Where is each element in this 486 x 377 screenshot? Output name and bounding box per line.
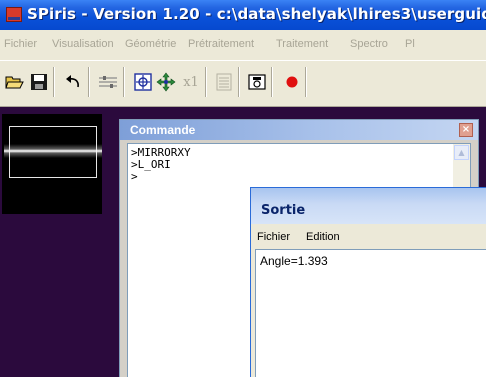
sortie-window[interactable]: Sortie Fichier Edition Angle=1.393 [250,187,486,377]
commande-title: Commande [130,123,196,137]
toolbar-separator [271,67,273,97]
zoom-x1-label: x1 [183,74,199,90]
image-window[interactable] [2,114,102,214]
title-bar[interactable]: SPiris - Version 1.20 - c:\data\shelyak\… [0,0,486,30]
sortie-menu-bar: Fichier Edition [251,224,486,248]
command-prompt: > [131,170,138,183]
toolbar-separator [88,67,90,97]
output-textarea[interactable]: Angle=1.393 [255,249,486,377]
open-folder-icon[interactable] [4,71,26,93]
menu-traitement[interactable]: Traitement [276,38,328,50]
commande-title-bar[interactable]: Commande × [120,120,478,140]
record-icon[interactable] [281,71,303,93]
toolbar-separator [305,67,307,97]
toolbar-separator [123,67,125,97]
menu-visualisation[interactable]: Visualisation [52,38,114,50]
undo-icon[interactable] [62,71,84,93]
toolbar-separator [238,67,240,97]
menu-pl[interactable]: Pl [405,38,415,50]
mdi-workspace: Commande × >MIRRORXY >L_ORI > ▲ Sortie F… [0,107,486,377]
sortie-menu-fichier[interactable]: Fichier [257,231,290,243]
save-disk-icon[interactable] [28,71,50,93]
sortie-title: Sortie [261,203,306,218]
output-line: Angle=1.393 [260,254,328,268]
menu-spectro[interactable]: Spectro [350,38,388,50]
menu-fichier[interactable]: Fichier [4,38,37,50]
menu-bar: Fichier Visualisation Géométrie Prétrait… [0,30,486,60]
close-icon[interactable]: × [459,123,473,137]
toolbar-separator [205,67,207,97]
zoom-x1-icon[interactable]: x1 [180,71,202,93]
app-icon[interactable] [6,7,22,22]
spectrum-line [4,144,102,158]
scroll-up-icon[interactable]: ▲ [454,145,469,160]
toolbar-separator [53,67,55,97]
menu-pretraitement[interactable]: Prétraitement [188,38,254,50]
toolbar: x1 [0,60,486,107]
sortie-title-bar[interactable]: Sortie [251,188,486,224]
application-window: SPiris - Version 1.20 - c:\data\shelyak\… [0,0,486,377]
zoom-box-icon[interactable] [132,71,154,93]
list-icon[interactable] [213,71,235,93]
window-title: SPiris - Version 1.20 - c:\data\shelyak\… [27,5,486,23]
pan-cross-icon[interactable] [155,71,177,93]
camera-icon[interactable] [246,71,268,93]
menu-geometrie[interactable]: Géométrie [125,38,176,50]
sortie-menu-edition[interactable]: Edition [306,231,340,243]
levels-icon[interactable] [97,71,119,93]
